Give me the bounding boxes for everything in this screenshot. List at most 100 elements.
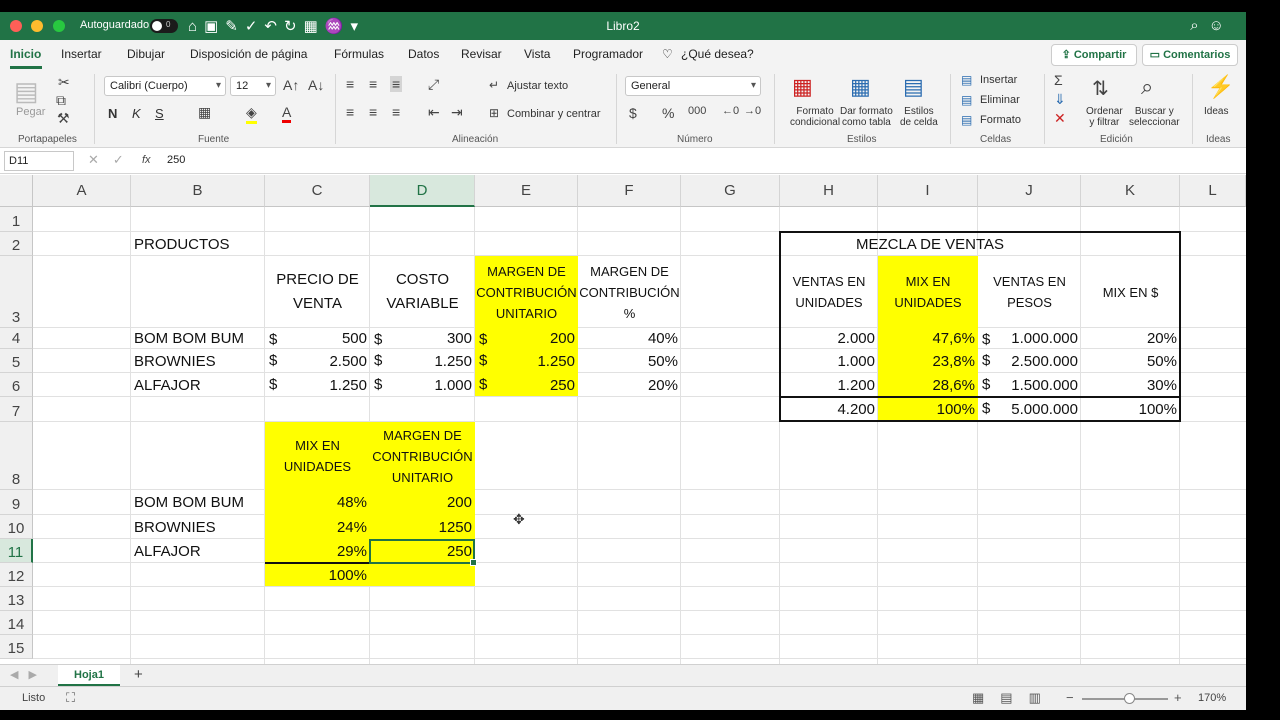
cell-e3[interactable]: MARGEN DE CONTRIBUCIÓN UNITARIO xyxy=(475,256,578,328)
tab-disposicion[interactable]: Disposición de página xyxy=(190,47,307,61)
cell-k4[interactable]: 20% xyxy=(1081,328,1180,349)
row-header-3[interactable]: 3 xyxy=(0,256,33,328)
find-select-button[interactable]: Buscar y seleccionar xyxy=(1129,106,1180,128)
prev-sheet-icon[interactable]: ◀ xyxy=(10,669,28,681)
search-icon[interactable]: ⌕ xyxy=(1190,17,1208,34)
name-box[interactable]: D11 xyxy=(4,151,74,171)
column-header-j[interactable]: J xyxy=(978,175,1081,207)
align-middle-icon[interactable]: ≡ xyxy=(369,76,377,92)
share-button[interactable]: ⇪ Compartir xyxy=(1051,44,1137,66)
format-cells-button[interactable]: Formato xyxy=(980,114,1021,126)
autosum-icon[interactable]: Σ xyxy=(1054,72,1063,88)
italic-button[interactable]: K xyxy=(132,106,141,121)
font-name-select[interactable]: Calibri (Cuerpo) xyxy=(104,76,226,96)
row-header-11[interactable]: 11 xyxy=(0,539,33,563)
row-header-6[interactable]: 6 xyxy=(0,373,33,397)
active-cell-selection[interactable] xyxy=(369,539,477,566)
row-header-14[interactable]: 14 xyxy=(0,611,33,635)
cell-h7[interactable]: 4.200 xyxy=(780,397,878,421)
cancel-icon[interactable]: ✕ xyxy=(88,152,113,167)
conditional-format-icon[interactable]: ▦ xyxy=(792,74,813,100)
formula-input[interactable]: 250 xyxy=(167,154,185,166)
cell-b2[interactable]: PRODUCTOS xyxy=(131,232,265,256)
normal-view-icon[interactable]: ▦ xyxy=(972,690,1000,705)
cell-d8[interactable]: MARGEN DE CONTRIBUCIÓN UNITARIO xyxy=(370,422,475,490)
percent-icon[interactable]: % xyxy=(662,105,674,121)
sheet-tab-hoja1[interactable]: Hoja1 xyxy=(58,665,120,686)
add-sheet-button[interactable]: + xyxy=(134,666,143,683)
delete-cells-button[interactable]: Eliminar xyxy=(980,94,1020,106)
cell-c5[interactable]: $2.500 xyxy=(265,349,370,373)
increase-decimal-icon[interactable]: ←0 xyxy=(722,105,739,117)
row-header-13[interactable]: 13 xyxy=(0,587,33,611)
font-size-select[interactable]: 12 xyxy=(230,76,276,96)
tell-me-search[interactable]: ¿Qué desea? xyxy=(681,47,754,61)
row-header-2[interactable]: 2 xyxy=(0,232,33,256)
cell-c12[interactable]: 100% xyxy=(265,563,370,587)
cell-c10[interactable]: 24% xyxy=(265,515,370,539)
cell-h2-merged[interactable]: MEZCLA DE VENTAS xyxy=(780,232,1080,256)
fill-icon[interactable]: ⇓ xyxy=(1054,91,1066,108)
copy-icon[interactable]: ⧉ xyxy=(56,92,66,109)
cell-b4[interactable]: BOM BOM BUM xyxy=(131,328,265,349)
cell-d6[interactable]: $1.000 xyxy=(370,373,475,397)
zoom-slider-thumb[interactable] xyxy=(1124,693,1136,704)
cell-b9[interactable]: BOM BOM BUM xyxy=(131,490,265,515)
zoom-out-button[interactable]: − xyxy=(1066,690,1074,705)
merge-center-button[interactable]: Combinar y centrar xyxy=(507,108,601,120)
row-header-15[interactable]: 15 xyxy=(0,635,33,659)
cell-styles-icon[interactable]: ▤ xyxy=(903,74,924,100)
cell-i3[interactable]: MIX EN UNIDADES xyxy=(878,256,978,328)
row-header-8[interactable]: 8 xyxy=(0,422,33,490)
cell-k5[interactable]: 50% xyxy=(1081,349,1180,373)
borders-icon[interactable]: ▦ xyxy=(198,104,211,121)
paste-icon[interactable]: ▤ xyxy=(14,76,39,107)
cell-h3[interactable]: VENTAS EN UNIDADES xyxy=(780,256,878,328)
column-header-c[interactable]: C xyxy=(265,175,370,207)
underline-button[interactable]: S xyxy=(155,106,164,121)
tab-dibujar[interactable]: Dibujar xyxy=(127,47,165,61)
conditional-format-button[interactable]: Formato condicional xyxy=(790,106,840,128)
decrease-font-icon[interactable]: A↓ xyxy=(308,77,324,93)
column-header-h[interactable]: H xyxy=(780,175,878,207)
column-header-g[interactable]: G xyxy=(681,175,780,207)
cell-e4[interactable]: $200 xyxy=(475,328,578,349)
format-painter-icon[interactable]: ⚒ xyxy=(57,110,70,127)
cell-i4[interactable]: 47,6% xyxy=(878,328,978,349)
align-right-icon[interactable]: ≡ xyxy=(392,104,400,120)
cell-i7[interactable]: 100% xyxy=(878,397,978,421)
page-layout-icon[interactable]: ▤ xyxy=(1000,690,1028,705)
cell-j7[interactable]: $5.000.000 xyxy=(978,397,1081,421)
cell-e5[interactable]: $1.250 xyxy=(475,349,578,373)
cell-h4[interactable]: 2.000 xyxy=(780,328,878,349)
cell-d9[interactable]: 200 xyxy=(370,490,475,515)
accessibility-icon[interactable]: ⛶ xyxy=(66,690,75,706)
sort-filter-button[interactable]: Ordenar y filtrar xyxy=(1086,106,1123,128)
fill-color-icon[interactable]: ◈ xyxy=(246,104,257,124)
cell-c3[interactable]: PRECIO DE VENTA xyxy=(265,256,370,328)
tab-inicio[interactable]: Inicio xyxy=(10,47,41,61)
next-sheet-icon[interactable]: ▶ xyxy=(28,669,46,681)
column-header-b[interactable]: B xyxy=(131,175,265,207)
cell-b5[interactable]: BROWNIES xyxy=(131,349,265,373)
cell-c6[interactable]: $1.250 xyxy=(265,373,370,397)
row-header-7[interactable]: 7 xyxy=(0,397,33,422)
column-header-a[interactable]: A xyxy=(33,175,131,207)
decrease-decimal-icon[interactable]: →0 xyxy=(744,105,761,117)
ideas-button[interactable]: Ideas xyxy=(1204,106,1228,117)
cell-b11[interactable]: ALFAJOR xyxy=(131,539,265,563)
cell-k6[interactable]: 30% xyxy=(1081,373,1180,397)
row-header-5[interactable]: 5 xyxy=(0,349,33,373)
tab-formulas[interactable]: Fórmulas xyxy=(334,47,384,61)
cell-f3[interactable]: MARGEN DE CONTRIBUCIÓN % xyxy=(578,256,681,328)
column-header-e[interactable]: E xyxy=(475,175,578,207)
comma-style-icon[interactable]: 000 xyxy=(688,105,706,117)
tab-revisar[interactable]: Revisar xyxy=(461,47,502,61)
cell-f6[interactable]: 20% xyxy=(578,373,681,397)
cell-j5[interactable]: $2.500.000 xyxy=(978,349,1081,373)
cell-j6[interactable]: $1.500.000 xyxy=(978,373,1081,397)
comments-button[interactable]: ▭ Comentarios xyxy=(1142,44,1238,66)
account-icon[interactable]: ☺ xyxy=(1209,17,1234,34)
format-table-button[interactable]: Dar formato como tabla xyxy=(840,106,893,128)
column-header-i[interactable]: I xyxy=(878,175,978,207)
